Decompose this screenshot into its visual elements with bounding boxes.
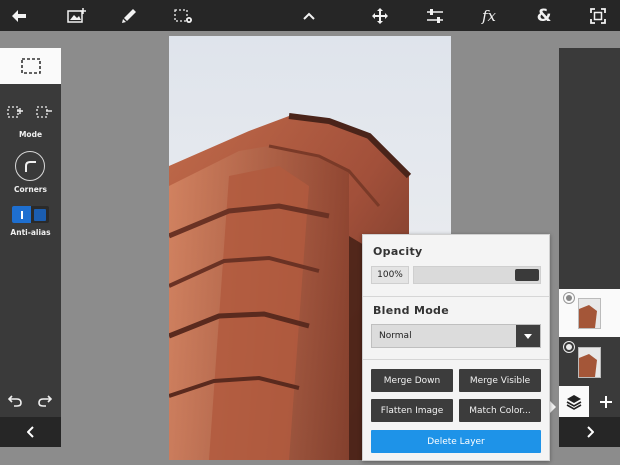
top-toolbar: fx &	[0, 0, 620, 31]
divider	[363, 296, 549, 297]
blend-mode-title: Blend Mode	[373, 304, 449, 317]
divider	[363, 359, 549, 360]
layer-visibility-radio[interactable]	[563, 341, 575, 353]
selection-settings-icon[interactable]	[167, 0, 201, 31]
opacity-value[interactable]: 100%	[371, 266, 409, 284]
layer-visibility-radio[interactable]	[563, 292, 575, 304]
brush-icon[interactable]	[112, 0, 146, 31]
undo-icon[interactable]	[6, 392, 24, 410]
layer-thumbnail-image	[578, 346, 601, 378]
chevron-right-icon	[586, 426, 594, 438]
blend-mode-value: Normal	[379, 331, 412, 341]
chevron-up-icon[interactable]	[292, 0, 326, 31]
layer-options-popup: Opacity 100% Blend Mode Normal Merge Dow…	[362, 234, 550, 461]
flatten-image-button[interactable]: Flatten Image	[371, 399, 453, 422]
left-tool-panel: Mode Corners Anti-alias	[0, 48, 61, 447]
corners-button[interactable]	[15, 151, 45, 181]
right-layers-panel	[559, 48, 620, 447]
redo-icon[interactable]	[36, 392, 54, 410]
back-icon[interactable]	[2, 0, 36, 31]
move-icon[interactable]	[363, 0, 397, 31]
antialias-label: Anti-alias	[10, 228, 51, 237]
blend-mode-select[interactable]: Normal	[371, 324, 541, 348]
opacity-slider-thumb[interactable]	[515, 269, 539, 281]
subtract-selection-icon[interactable]	[35, 104, 53, 120]
plus-icon[interactable]	[591, 386, 620, 417]
merge-visible-button[interactable]: Merge Visible	[459, 369, 541, 392]
fit-screen-icon[interactable]	[581, 0, 615, 31]
rect-select-icon[interactable]	[0, 48, 61, 84]
corners-label: Corners	[14, 185, 47, 194]
add-image-icon[interactable]	[60, 0, 94, 31]
delete-layer-button[interactable]: Delete Layer	[371, 430, 541, 453]
mode-label: Mode	[18, 130, 43, 139]
opacity-slider[interactable]	[413, 266, 541, 284]
blend-icon[interactable]: &	[527, 0, 561, 31]
add-selection-icon[interactable]	[6, 104, 24, 120]
effects-icon[interactable]: fx	[472, 0, 506, 31]
chevron-left-icon	[26, 426, 34, 438]
collapse-right-button[interactable]	[559, 417, 620, 447]
layer-thumbnail-image	[578, 297, 601, 329]
layer-thumbnail-2[interactable]	[559, 338, 620, 386]
toggle-on-indicator	[12, 206, 31, 223]
antialias-toggle[interactable]	[12, 206, 49, 223]
merge-down-button[interactable]: Merge Down	[371, 369, 453, 392]
collapse-left-button[interactable]	[0, 417, 61, 447]
adjustments-icon[interactable]	[418, 0, 452, 31]
toggle-off-indicator	[31, 206, 49, 223]
layer-thumbnail-1[interactable]	[559, 289, 620, 337]
match-color-button[interactable]: Match Color...	[459, 399, 541, 422]
layers-icon[interactable]	[559, 386, 589, 417]
chevron-down-icon[interactable]	[516, 325, 540, 347]
opacity-title: Opacity	[373, 245, 423, 258]
